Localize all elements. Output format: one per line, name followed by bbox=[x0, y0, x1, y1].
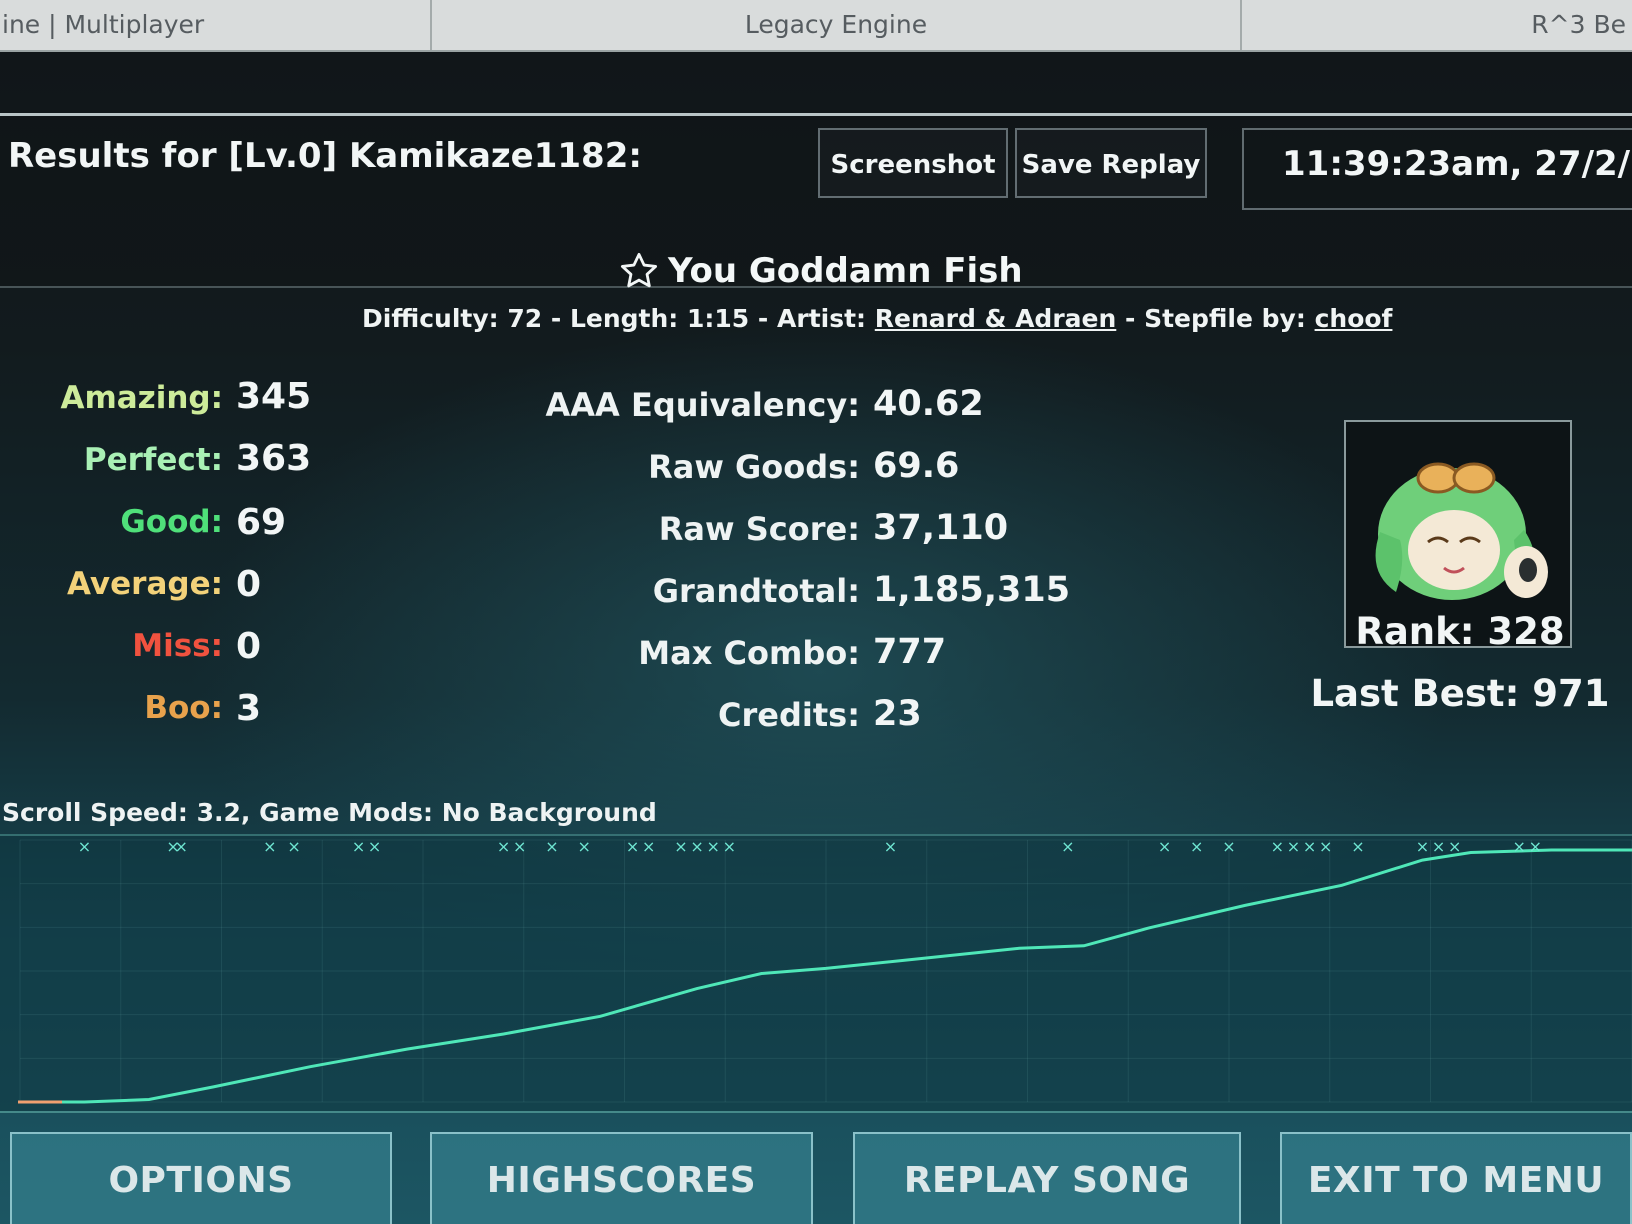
results-screen: Results for [Lv.0] Kamikaze1182: Screens… bbox=[0, 52, 1632, 1224]
perfect-value: 363 bbox=[236, 438, 312, 479]
judgement-marker: × bbox=[577, 837, 590, 856]
replay-song-button[interactable]: REPLAY SONG bbox=[853, 1132, 1241, 1224]
stepfile-label: Stepfile by: bbox=[1144, 304, 1306, 333]
judgement-marker: × bbox=[1432, 837, 1445, 856]
boo-value: 3 bbox=[236, 688, 262, 729]
credits-value: 23 bbox=[873, 694, 922, 734]
judgement-marker: × bbox=[723, 837, 736, 856]
artist-link[interactable]: Renard & Adraen bbox=[875, 304, 1117, 333]
aaa-equivalency-value: 40.62 bbox=[873, 384, 984, 424]
judgement-marker: × bbox=[1158, 837, 1171, 856]
raw-score-value: 37,110 bbox=[873, 508, 1009, 548]
judgement-marker: × bbox=[1271, 837, 1284, 856]
grandtotal-label: Grandtotal: bbox=[652, 572, 860, 610]
exit-to-menu-button[interactable]: EXIT TO MENU bbox=[1280, 1132, 1632, 1224]
judgement-marker: × bbox=[78, 837, 91, 856]
raw-goods-value: 69.6 bbox=[873, 446, 960, 486]
judgement-marker: × bbox=[1190, 837, 1203, 856]
judgement-marker: × bbox=[674, 837, 687, 856]
judgement-marker: × bbox=[1416, 837, 1429, 856]
highscores-button[interactable]: HIGHSCORES bbox=[430, 1132, 813, 1224]
separator: - bbox=[757, 304, 778, 333]
length-label: Length: bbox=[569, 304, 679, 333]
miss-value: 0 bbox=[236, 626, 262, 667]
average-label: Average: bbox=[67, 566, 223, 602]
timestamp: 11:39:23am, 27/2/20 bbox=[1282, 144, 1632, 184]
score-progress-graph: × × × × × × × × × × × × × × × × × × × × × × × × × × × × × × × × bbox=[0, 834, 1632, 1113]
perfect-label: Perfect: bbox=[83, 442, 223, 478]
average-value: 0 bbox=[236, 564, 262, 605]
aaa-equivalency-label: AAA Equivalency: bbox=[545, 386, 860, 424]
difficulty-value: 72 bbox=[507, 304, 543, 333]
judgement-marker: × bbox=[690, 837, 703, 856]
judgement-marker: × bbox=[545, 837, 558, 856]
star-outline-icon[interactable] bbox=[618, 250, 660, 292]
judgement-marker: × bbox=[706, 837, 719, 856]
judgement-marker: × bbox=[1448, 837, 1461, 856]
judgement-marker: × bbox=[1287, 837, 1300, 856]
judgement-marker: × bbox=[1303, 837, 1316, 856]
amazing-label: Amazing: bbox=[60, 380, 223, 416]
judgement-marker: × bbox=[884, 837, 897, 856]
good-value: 69 bbox=[236, 502, 287, 543]
judgement-marker: × bbox=[263, 837, 276, 856]
max-combo-value: 777 bbox=[873, 632, 947, 672]
good-label: Good: bbox=[120, 504, 223, 540]
song-title-text: You Goddamn Fish bbox=[668, 251, 1023, 291]
judgement-marker: × bbox=[1529, 837, 1542, 856]
window-tab-bar: ine | Multiplayer Legacy Engine R^3 Be bbox=[0, 0, 1632, 52]
raw-score-label: Raw Score: bbox=[658, 510, 860, 548]
miss-label: Miss: bbox=[132, 628, 223, 664]
boo-label: Boo: bbox=[144, 690, 223, 726]
rank-value: Rank: 328 bbox=[1355, 610, 1565, 653]
artist-label: Artist: bbox=[777, 304, 867, 333]
stepfile-author-link[interactable]: choof bbox=[1315, 304, 1393, 333]
judgement-marker: × bbox=[1351, 837, 1364, 856]
length-value: 1:15 bbox=[687, 304, 750, 333]
save-replay-button[interactable]: Save Replay bbox=[1015, 128, 1207, 198]
options-button[interactable]: OPTIONS bbox=[10, 1132, 392, 1224]
difficulty-label: Difficulty: bbox=[362, 304, 499, 333]
mods-summary: Scroll Speed: 3.2, Game Mods: No Backgro… bbox=[2, 798, 657, 827]
tab-r3[interactable]: R^3 Be bbox=[1242, 0, 1632, 50]
judgement-marker: × bbox=[513, 837, 526, 856]
judgement-marker: × bbox=[497, 837, 510, 856]
judgement-marker: × bbox=[1512, 837, 1525, 856]
graph-canvas: × ×× × × × × × × × × × × × × × × × × × × × × × × × × × × × × × bbox=[18, 837, 1632, 1104]
song-meta: Difficulty: 72 - Length: 1:15 - Artist: … bbox=[362, 304, 1392, 333]
judgement-marker: × bbox=[1061, 837, 1074, 856]
judgement-marker: × bbox=[174, 837, 187, 856]
grandtotal-value: 1,185,315 bbox=[873, 570, 1071, 610]
judgement-marker: × bbox=[368, 837, 381, 856]
credits-label: Credits: bbox=[718, 696, 860, 734]
separator: - bbox=[1125, 304, 1145, 333]
max-combo-label: Max Combo: bbox=[638, 634, 860, 672]
amazing-value: 345 bbox=[236, 376, 312, 417]
separator: - bbox=[550, 304, 570, 333]
song-title: You Goddamn Fish bbox=[618, 250, 1023, 292]
judgement-marker: × bbox=[1319, 837, 1332, 856]
raw-goods-label: Raw Goods: bbox=[648, 448, 860, 486]
tab-legacy-engine[interactable]: Legacy Engine bbox=[432, 0, 1242, 50]
judgement-marker: × bbox=[287, 837, 300, 856]
last-best-value: Last Best: 971 bbox=[1310, 672, 1610, 715]
tab-multiplayer[interactable]: ine | Multiplayer bbox=[0, 0, 432, 50]
judgement-marker: × bbox=[352, 837, 365, 856]
results-title: Results for [Lv.0] Kamikaze1182: bbox=[8, 136, 642, 176]
screenshot-button[interactable]: Screenshot bbox=[818, 128, 1008, 198]
judgement-marker: × bbox=[1222, 837, 1235, 856]
judgement-marker: × bbox=[642, 837, 655, 856]
judgement-marker: × bbox=[626, 837, 639, 856]
